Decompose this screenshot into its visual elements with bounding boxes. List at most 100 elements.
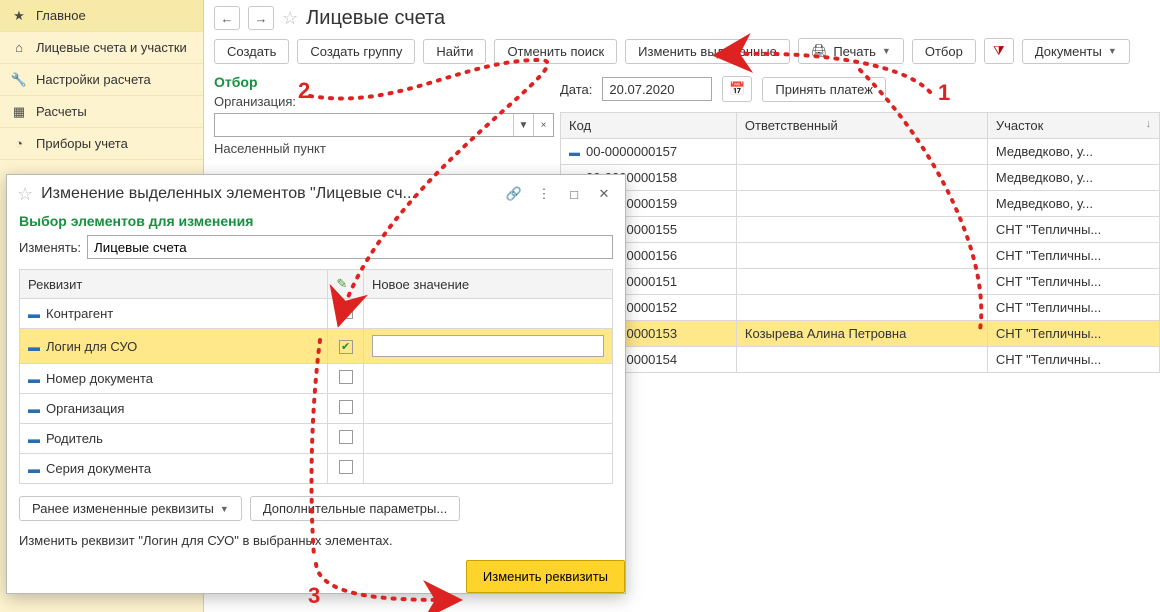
nav-back-button[interactable]: ←	[214, 6, 240, 30]
prev-changed-button[interactable]: Ранее измененные реквизиты▼	[19, 496, 242, 521]
nav-forward-button[interactable]: →	[248, 6, 274, 30]
wrench-icon: 🔧	[12, 73, 26, 87]
change-label: Изменять:	[19, 240, 81, 255]
table-row[interactable]: ▬00-0000000159Медведково, у...	[561, 191, 1160, 217]
dropdown-icon: ▼	[220, 504, 229, 514]
cancel-find-button[interactable]: Отменить поиск	[494, 39, 617, 64]
table-row[interactable]: ▬00-0000000154СНТ "Тепличны...	[561, 347, 1160, 373]
favorite-star-icon[interactable]: ☆	[282, 8, 298, 29]
table-row[interactable]: ▬00-0000000156СНТ "Тепличны...	[561, 243, 1160, 269]
attr-checkbox[interactable]	[339, 305, 353, 319]
change-selected-button[interactable]: Изменить выделенные	[625, 39, 790, 64]
maximize-icon[interactable]: □	[563, 183, 585, 205]
attr-checkbox[interactable]	[339, 400, 353, 414]
sidebar-item-main[interactable]: ★ Главное	[0, 0, 203, 32]
funnel-x-icon: ⧩	[993, 43, 1005, 59]
col-requisite[interactable]: Реквизит	[20, 270, 328, 299]
close-icon[interactable]: ✕	[593, 183, 615, 205]
row-icon: ▬	[569, 147, 580, 159]
create-button[interactable]: Создать	[214, 39, 289, 64]
dialog-title: Изменение выделенных элементов "Лицевые …	[41, 185, 495, 203]
link-icon[interactable]: 🔗	[503, 183, 525, 205]
filter-button[interactable]: Отбор	[912, 39, 976, 64]
col-area[interactable]: Участок↓	[987, 113, 1159, 139]
col-check: ✎	[328, 270, 364, 299]
favorite-star-icon[interactable]: ☆	[17, 184, 33, 205]
date-label: Дата:	[560, 82, 592, 97]
col-responsible[interactable]: Ответственный	[736, 113, 987, 139]
table-icon: ▦	[12, 105, 26, 119]
attr-table: Реквизит ✎ Новое значение ▬Контрагент▬Ло…	[19, 269, 613, 484]
sidebar-item-meters[interactable]: ◔ Приборы учета	[0, 128, 203, 160]
toolbar: Создать Создать группу Найти Отменить по…	[214, 38, 1150, 64]
change-target-input[interactable]	[87, 235, 613, 259]
attr-row[interactable]: ▬Номер документа	[20, 364, 613, 394]
accounts-grid[interactable]: Код Ответственный Участок↓ ▬00-000000015…	[560, 112, 1160, 373]
titlebar: ← → ☆ Лицевые счета	[214, 4, 1150, 38]
date-input[interactable]: 20.07.2020	[602, 77, 712, 101]
dialog-status: Изменить реквизит "Логин для СУО" в выбр…	[7, 533, 625, 560]
change-dialog: ☆ Изменение выделенных элементов "Лицевы…	[6, 174, 626, 594]
page-title: Лицевые счета	[306, 7, 445, 30]
org-combo[interactable]: ▼ ×	[214, 113, 554, 137]
table-row[interactable]: ▬00-0000000158Медведково, у...	[561, 165, 1160, 191]
accept-payment-button[interactable]: Принять платеж	[762, 77, 886, 102]
printer-icon: 🖨	[811, 43, 828, 59]
calendar-icon: 📅	[729, 81, 745, 97]
clear-icon[interactable]: ×	[533, 114, 553, 136]
col-new-value[interactable]: Новое значение	[363, 270, 612, 299]
apply-button[interactable]: Изменить реквизиты	[466, 560, 625, 593]
minus-icon: ▬	[28, 402, 40, 416]
new-value-input[interactable]	[372, 335, 604, 357]
calendar-button[interactable]: 📅	[722, 76, 752, 102]
sort-asc-icon: ↓	[1146, 118, 1152, 130]
table-row[interactable]: ▬00-0000000157Медведково, у...	[561, 139, 1160, 165]
org-input[interactable]	[215, 114, 513, 136]
dropdown-icon: ▼	[882, 46, 891, 56]
extra-params-button[interactable]: Дополнительные параметры...	[250, 496, 460, 521]
minus-icon: ▬	[28, 462, 40, 476]
attr-row[interactable]: ▬Серия документа	[20, 454, 613, 484]
dialog-toolbar: Ранее измененные реквизиты▼ Дополнительн…	[7, 484, 625, 533]
attr-checkbox[interactable]	[339, 370, 353, 384]
meter-icon: ◔	[12, 137, 26, 151]
attr-checkbox[interactable]	[339, 460, 353, 474]
attr-checkbox[interactable]	[339, 340, 353, 354]
sidebar-item-calc-settings[interactable]: 🔧 Настройки расчета	[0, 64, 203, 96]
dialog-header: ☆ Изменение выделенных элементов "Лицевы…	[7, 175, 625, 213]
settlement-label: Населенный пункт	[214, 141, 326, 156]
table-row[interactable]: ▬00-0000000153Козырева Алина ПетровнаСНТ…	[561, 321, 1160, 347]
find-button[interactable]: Найти	[423, 39, 486, 64]
sidebar-item-accounts[interactable]: ⌂ Лицевые счета и участки	[0, 32, 203, 64]
table-row[interactable]: ▬00-0000000155СНТ "Тепличны...	[561, 217, 1160, 243]
filter-panel: Отбор Организация: ▼ × Населенный пункт	[214, 74, 554, 156]
sidebar-item-label: Настройки расчета	[36, 72, 151, 87]
org-label: Организация:	[214, 94, 304, 109]
attr-row[interactable]: ▬Организация	[20, 394, 613, 424]
attr-checkbox[interactable]	[339, 430, 353, 444]
attr-row[interactable]: ▬Логин для СУО	[20, 329, 613, 364]
sidebar-item-label: Приборы учета	[36, 136, 128, 151]
date-row: Дата: 20.07.2020 📅 Принять платеж	[560, 76, 886, 102]
clear-filter-button[interactable]: ⧩	[984, 38, 1014, 64]
sidebar-item-label: Главное	[36, 8, 86, 23]
more-icon[interactable]: ⋮	[533, 183, 555, 205]
dropdown-icon: ▼	[1108, 46, 1117, 56]
attr-row[interactable]: ▬Контрагент	[20, 299, 613, 329]
sidebar-item-label: Лицевые счета и участки	[36, 40, 187, 55]
star-icon: ★	[12, 9, 26, 23]
documents-button[interactable]: Документы▼	[1022, 39, 1130, 64]
grid-wrap: Код Ответственный Участок↓ ▬00-000000015…	[560, 112, 1160, 612]
create-group-button[interactable]: Создать группу	[297, 39, 415, 64]
col-code[interactable]: Код	[561, 113, 737, 139]
minus-icon: ▬	[28, 372, 40, 386]
attr-row[interactable]: ▬Родитель	[20, 424, 613, 454]
minus-icon: ▬	[28, 432, 40, 446]
table-row[interactable]: ▬00-0000000151СНТ "Тепличны...	[561, 269, 1160, 295]
sidebar-item-calculations[interactable]: ▦ Расчеты	[0, 96, 203, 128]
table-row[interactable]: ▬00-0000000152СНТ "Тепличны...	[561, 295, 1160, 321]
dropdown-icon[interactable]: ▼	[513, 114, 533, 136]
print-button[interactable]: 🖨Печать▼	[798, 38, 904, 64]
annotation-1: 1	[938, 80, 950, 106]
pencil-icon: ✎	[336, 276, 347, 291]
